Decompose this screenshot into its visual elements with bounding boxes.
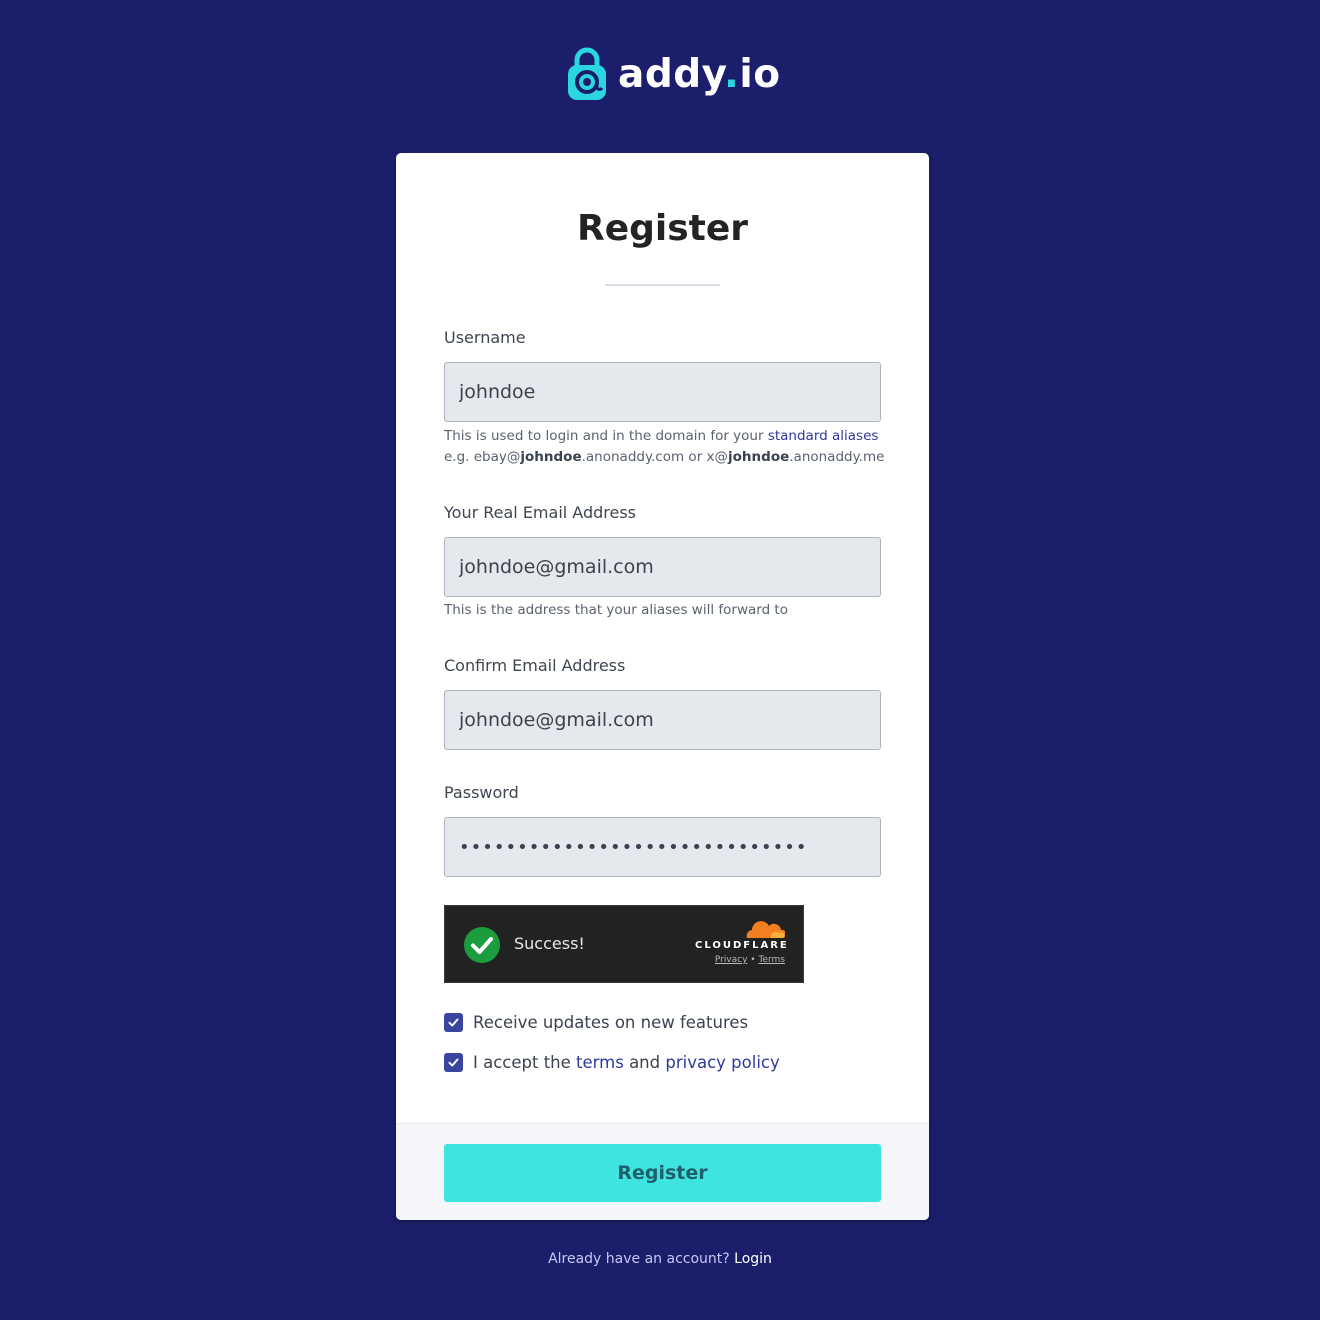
captcha-status: Success! xyxy=(514,934,585,953)
captcha-links: Privacy • Terms xyxy=(714,955,785,965)
brand-logo: addy.io xyxy=(566,46,781,102)
updates-checkbox-label: Receive updates on new features xyxy=(473,1013,749,1032)
terms-checkbox-row[interactable]: I accept the terms and privacy policy xyxy=(444,1053,780,1072)
login-prompt: Already have an account? Login xyxy=(548,1251,772,1267)
cloudflare-logo: CLOUDFLARE Privacy • Terms xyxy=(695,917,789,965)
username-input[interactable] xyxy=(444,362,881,422)
username-label: Username xyxy=(444,328,526,347)
login-link[interactable]: Login xyxy=(734,1251,772,1267)
captcha-privacy-link[interactable]: Privacy xyxy=(715,955,748,965)
password-input[interactable] xyxy=(444,817,881,877)
confirm-email-input[interactable] xyxy=(444,690,881,750)
password-label: Password xyxy=(444,783,519,802)
checkmark-icon xyxy=(448,1018,459,1027)
register-card: Register Username This is used to login … xyxy=(396,153,929,1220)
lock-at-icon xyxy=(568,47,606,100)
captcha-widget[interactable]: Success! CLOUDFLARE Privacy • Terms xyxy=(444,905,804,983)
email-label: Your Real Email Address xyxy=(444,503,637,522)
updates-checkbox-row[interactable]: Receive updates on new features xyxy=(444,1013,748,1032)
username-help: This is used to login and in the domain … xyxy=(444,428,885,465)
standard-aliases-link[interactable]: standard aliases xyxy=(768,428,879,444)
terms-checkbox[interactable] xyxy=(444,1053,463,1072)
card-footer: Register xyxy=(396,1123,929,1220)
checkmark-icon xyxy=(448,1058,459,1067)
brand-name: addy.io xyxy=(618,51,781,97)
page-title: Register xyxy=(576,208,749,249)
terms-checkbox-label: I accept the terms and privacy policy xyxy=(473,1053,780,1072)
terms-link[interactable]: terms xyxy=(576,1053,624,1072)
email-input[interactable] xyxy=(444,537,881,597)
privacy-policy-link[interactable]: privacy policy xyxy=(665,1053,779,1072)
register-button[interactable]: Register xyxy=(444,1144,881,1202)
confirm-email-label: Confirm Email Address xyxy=(444,656,626,675)
success-check-icon xyxy=(464,927,500,963)
email-help: This is the address that your aliases wi… xyxy=(444,602,788,618)
captcha-terms-link[interactable]: Terms xyxy=(758,955,785,965)
cloudflare-cloud-icon xyxy=(746,921,785,938)
cloudflare-wordmark: CLOUDFLARE xyxy=(695,940,789,951)
updates-checkbox[interactable] xyxy=(444,1013,463,1032)
title-divider xyxy=(605,284,720,286)
